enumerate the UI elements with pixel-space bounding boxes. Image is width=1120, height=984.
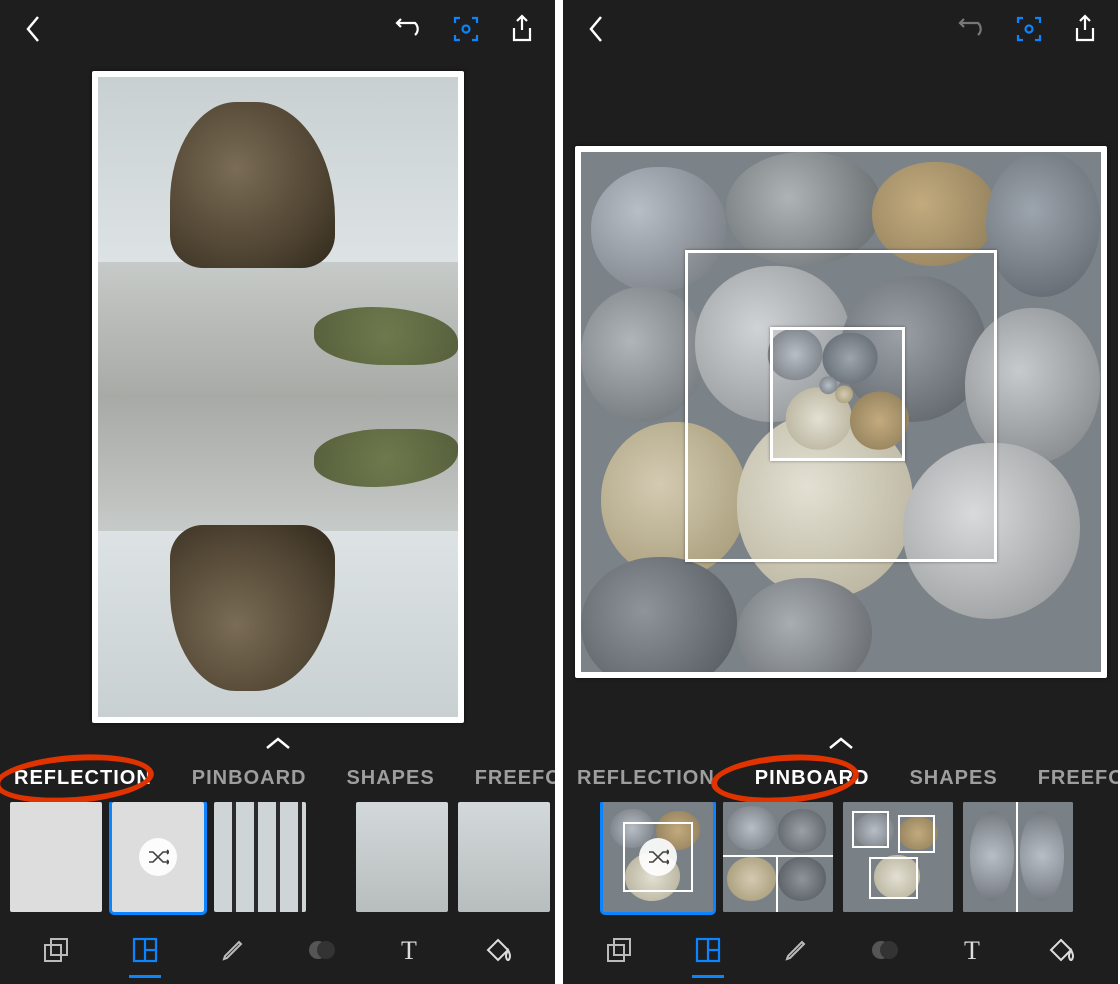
grid-layout-icon (131, 936, 159, 964)
share-icon (1073, 14, 1097, 44)
undo-icon (958, 17, 988, 41)
tool-overlap[interactable] (302, 930, 342, 970)
share-button[interactable] (1070, 14, 1100, 44)
pencil-icon (219, 936, 247, 964)
focus-button[interactable] (451, 14, 481, 44)
preset-thumb[interactable] (356, 802, 448, 912)
tab-freeforms[interactable]: FREEFORMS (475, 767, 555, 790)
preset-thumb[interactable] (843, 802, 953, 912)
tab-pinboard[interactable]: PINBOARD (755, 767, 870, 790)
chevron-left-icon (587, 15, 605, 43)
focus-frame-icon (1015, 15, 1043, 43)
chevron-up-icon (828, 736, 854, 750)
tab-reflection[interactable]: REFLECTION (14, 767, 152, 790)
grid-layout-icon (694, 936, 722, 964)
tool-bucket[interactable] (479, 930, 519, 970)
canvas-area[interactable] (563, 58, 1118, 731)
back-button[interactable] (18, 14, 48, 44)
canvas-frame (92, 71, 464, 723)
tool-pencil[interactable] (213, 930, 253, 970)
focus-frame-icon (452, 15, 480, 43)
tool-text[interactable]: T (390, 930, 430, 970)
tab-pinboard[interactable]: PINBOARD (192, 767, 307, 790)
canvas-area[interactable] (0, 58, 555, 731)
shuffle-icon (147, 848, 169, 866)
bottom-toolbar: T (563, 922, 1118, 984)
tool-layers[interactable] (36, 930, 76, 970)
pencil-icon (782, 936, 810, 964)
undo-icon (395, 17, 425, 41)
tool-layers[interactable] (599, 930, 639, 970)
category-tabs: REFLECTION PINBOARD SHAPES FREEFORMS (0, 751, 555, 802)
preset-thumb[interactable] (963, 802, 1073, 912)
preset-thumbnails[interactable] (563, 802, 1118, 922)
svg-text:T: T (964, 937, 980, 963)
category-tabs: REFLECTION PINBOARD SHAPES FREEFORMS (563, 751, 1118, 802)
edited-image (98, 77, 458, 717)
preset-thumb[interactable] (458, 802, 550, 912)
share-icon (510, 14, 534, 44)
layers-icon (605, 936, 633, 964)
preset-thumbnails[interactable] (0, 802, 555, 922)
back-button[interactable] (581, 14, 611, 44)
tool-text[interactable]: T (953, 930, 993, 970)
tool-layout[interactable] (688, 930, 728, 970)
tool-bucket[interactable] (1042, 930, 1082, 970)
undo-button[interactable] (395, 14, 425, 44)
paint-bucket-icon (1047, 936, 1077, 964)
tab-reflection[interactable]: REFLECTION (577, 767, 715, 790)
text-icon: T (397, 937, 423, 963)
canvas-frame (575, 146, 1107, 678)
right-screen: REFLECTION PINBOARD SHAPES FREEFORMS (563, 0, 1118, 984)
edited-image (581, 152, 1101, 672)
tool-pencil[interactable] (776, 930, 816, 970)
share-button[interactable] (507, 14, 537, 44)
left-screen: REFLECTION PINBOARD SHAPES FREEFORMS T (0, 0, 555, 984)
preset-thumb[interactable] (10, 802, 102, 912)
shuffle-badge (139, 838, 177, 876)
preset-thumb[interactable] (214, 802, 306, 912)
tool-overlap[interactable] (865, 930, 905, 970)
shuffle-badge (639, 838, 677, 876)
tab-shapes[interactable]: SHAPES (909, 767, 997, 790)
paint-bucket-icon (484, 936, 514, 964)
chevron-left-icon (24, 15, 42, 43)
preset-thumb[interactable] (723, 802, 833, 912)
text-icon: T (960, 937, 986, 963)
expand-panel-button[interactable] (827, 735, 855, 751)
topbar (563, 0, 1118, 58)
shuffle-icon (647, 848, 669, 866)
svg-text:T: T (401, 937, 417, 963)
tab-shapes[interactable]: SHAPES (346, 767, 434, 790)
focus-button[interactable] (1014, 14, 1044, 44)
topbar (0, 0, 555, 58)
preset-thumb[interactable] (112, 802, 204, 912)
overlap-circles-icon (869, 936, 901, 964)
chevron-up-icon (265, 736, 291, 750)
layers-icon (42, 936, 70, 964)
tool-layout[interactable] (125, 930, 165, 970)
expand-panel-button[interactable] (264, 735, 292, 751)
overlap-circles-icon (306, 936, 338, 964)
undo-button[interactable] (958, 14, 988, 44)
bottom-toolbar: T (0, 922, 555, 984)
tab-freeforms[interactable]: FREEFORMS (1038, 767, 1118, 790)
preset-thumb[interactable] (316, 802, 346, 912)
preset-thumb[interactable] (603, 802, 713, 912)
